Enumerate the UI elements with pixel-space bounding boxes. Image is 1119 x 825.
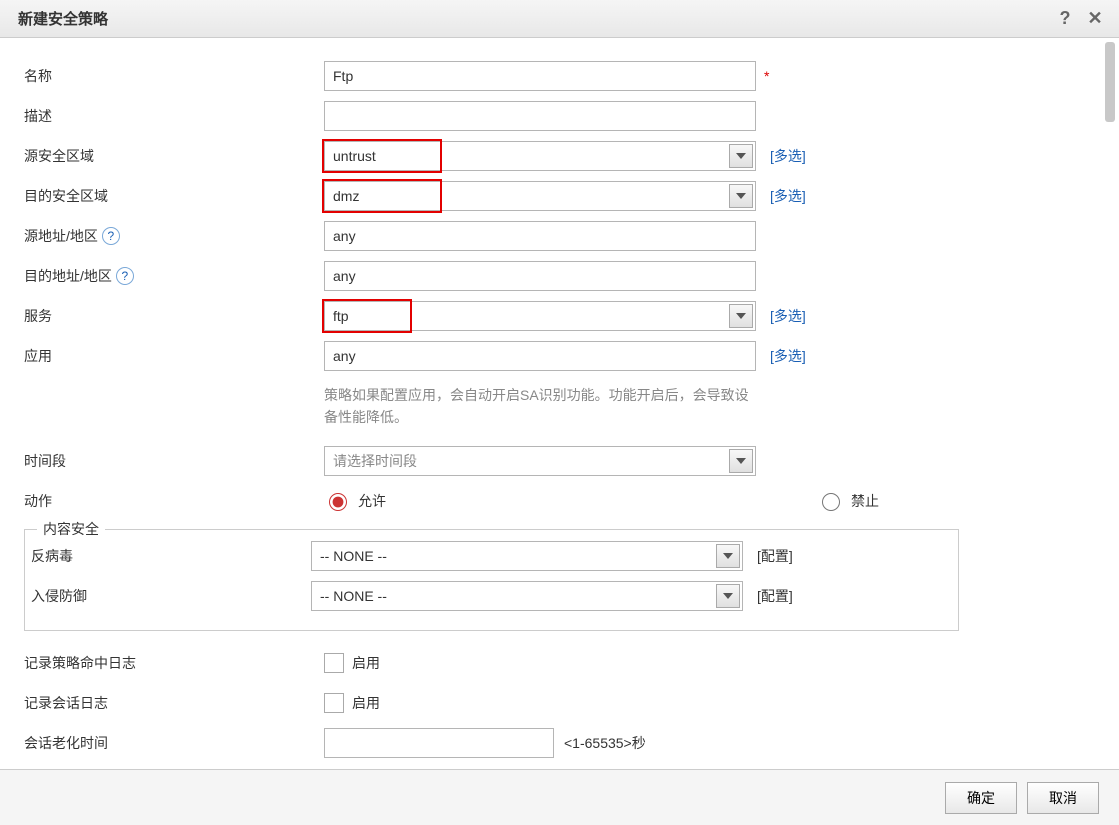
content-security-legend: 内容安全 xyxy=(37,519,105,539)
label-src-addr: 源地址/地区 ? xyxy=(24,226,324,246)
label-application: 应用 xyxy=(24,346,324,366)
antivirus-select[interactable]: -- NONE -- xyxy=(311,541,743,571)
label-aging: 会话老化时间 xyxy=(24,733,324,753)
content-security-fieldset: 内容安全 反病毒 -- NONE -- [配置] 入侵防御 -- NONE -- xyxy=(24,529,959,631)
application-hint: 策略如果配置应用，会自动开启SA识别功能。功能开启后，会导致设备性能降低。 xyxy=(324,376,756,441)
help-icon[interactable]: ? xyxy=(116,267,134,285)
application-input[interactable] xyxy=(324,341,756,371)
action-permit-radio[interactable] xyxy=(329,493,347,511)
log-hit-enable-label: 启用 xyxy=(352,653,380,673)
cancel-button[interactable]: 取消 xyxy=(1027,782,1099,814)
time-range-placeholder: 请选择时间段 xyxy=(333,451,417,471)
action-deny-radio[interactable] xyxy=(822,493,840,511)
label-src-zone: 源安全区域 xyxy=(24,146,324,166)
src-addr-input[interactable] xyxy=(324,221,756,251)
label-service: 服务 xyxy=(24,306,324,326)
description-input[interactable] xyxy=(324,101,756,131)
service-value: ftp xyxy=(322,299,412,333)
help-icon[interactable]: ? xyxy=(102,227,120,245)
dialog-body: 名称 * 描述 源安全区域 untrust [多选] xyxy=(0,38,1119,769)
src-zone-select[interactable]: untrust xyxy=(324,141,756,171)
time-range-select[interactable]: 请选择时间段 xyxy=(324,446,756,476)
log-session-checkbox[interactable] xyxy=(324,693,344,713)
log-session-enable-label: 启用 xyxy=(352,693,380,713)
close-icon[interactable]: ✕ xyxy=(1083,7,1107,31)
chevron-down-icon xyxy=(729,184,753,208)
action-deny-label: 禁止 xyxy=(851,491,879,511)
dst-addr-input[interactable] xyxy=(324,261,756,291)
dialog-title: 新建安全策略 xyxy=(18,8,108,29)
scrollbar-thumb[interactable] xyxy=(1105,42,1115,122)
chevron-down-icon xyxy=(729,449,753,473)
dialog-titlebar: 新建安全策略 ? ✕ xyxy=(0,0,1119,38)
new-security-policy-dialog: 新建安全策略 ? ✕ 名称 * 描述 源安全区域 untrust xyxy=(0,0,1119,825)
chevron-down-icon xyxy=(729,144,753,168)
label-ips: 入侵防御 xyxy=(25,586,311,606)
aging-unit: <1-65535>秒 xyxy=(564,733,646,753)
help-icon[interactable]: ? xyxy=(1053,7,1077,31)
service-select[interactable]: ftp xyxy=(324,301,756,331)
scrollbar[interactable] xyxy=(1103,42,1117,765)
dst-zone-select[interactable]: dmz xyxy=(324,181,756,211)
label-action: 动作 xyxy=(24,491,324,511)
antivirus-config-link[interactable]: [配置] xyxy=(757,546,793,566)
label-dst-zone: 目的安全区域 xyxy=(24,186,324,206)
application-multi-link[interactable]: [多选] xyxy=(770,346,806,366)
chevron-down-icon xyxy=(729,304,753,328)
src-zone-value: untrust xyxy=(322,139,442,173)
label-time-range: 时间段 xyxy=(24,451,324,471)
label-description: 描述 xyxy=(24,106,324,126)
aging-input[interactable] xyxy=(324,728,554,758)
ips-config-link[interactable]: [配置] xyxy=(757,586,793,606)
dst-zone-value: dmz xyxy=(322,179,442,213)
ips-value: -- NONE -- xyxy=(320,588,387,604)
chevron-down-icon xyxy=(716,584,740,608)
src-zone-multi-link[interactable]: [多选] xyxy=(770,146,806,166)
dialog-footer: 确定 取消 xyxy=(0,769,1119,825)
antivirus-value: -- NONE -- xyxy=(320,548,387,564)
action-permit-label: 允许 xyxy=(358,491,386,511)
label-dst-addr: 目的地址/地区 ? xyxy=(24,266,324,286)
required-mark: * xyxy=(764,68,769,84)
chevron-down-icon xyxy=(716,544,740,568)
ips-select[interactable]: -- NONE -- xyxy=(311,581,743,611)
dst-zone-multi-link[interactable]: [多选] xyxy=(770,186,806,206)
label-log-hit: 记录策略命中日志 xyxy=(24,653,324,673)
ok-button[interactable]: 确定 xyxy=(945,782,1017,814)
label-log-session: 记录会话日志 xyxy=(24,693,324,713)
label-name: 名称 xyxy=(24,66,324,86)
log-hit-checkbox[interactable] xyxy=(324,653,344,673)
name-input[interactable] xyxy=(324,61,756,91)
label-antivirus: 反病毒 xyxy=(25,546,311,566)
service-multi-link[interactable]: [多选] xyxy=(770,306,806,326)
